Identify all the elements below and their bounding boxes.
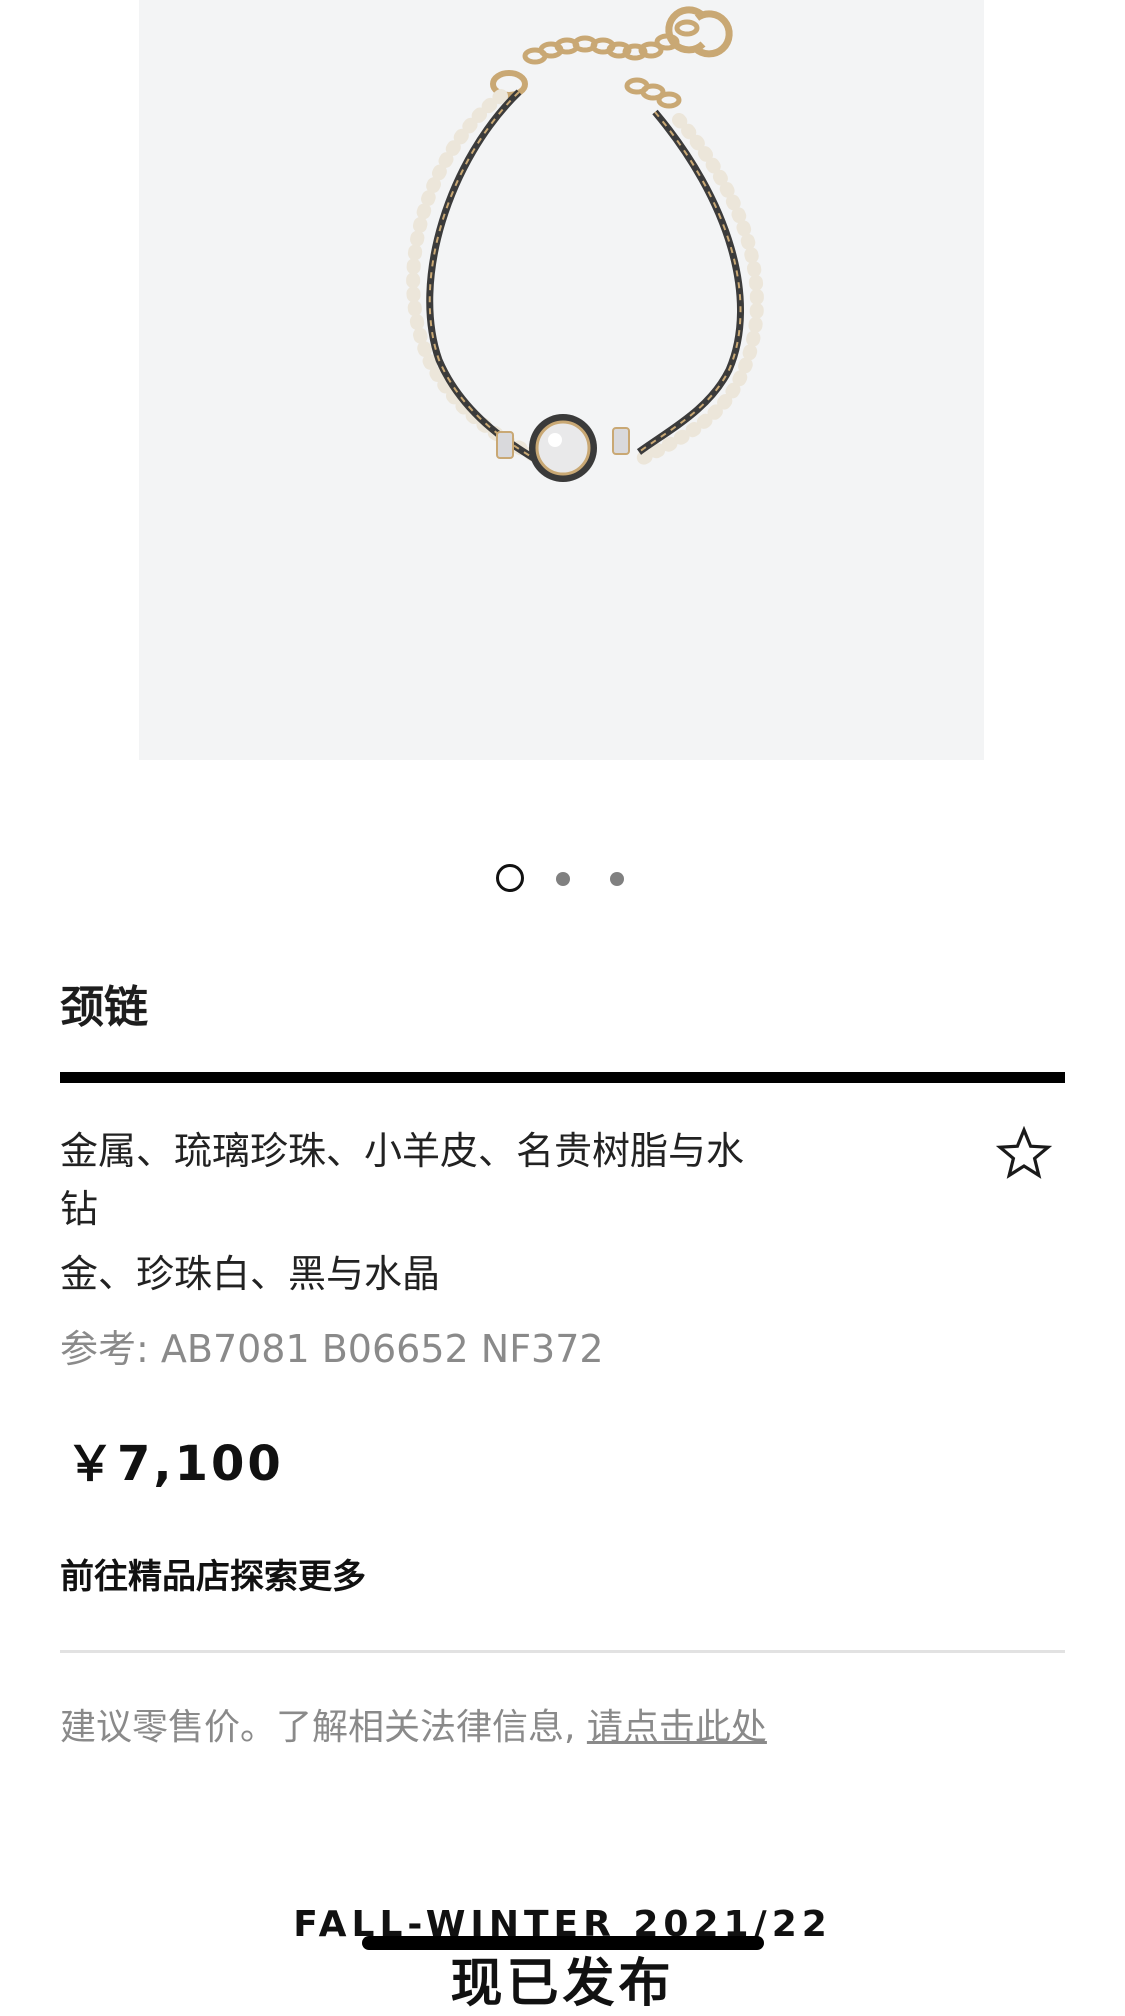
crystal-right: [612, 427, 630, 455]
carousel-dot-3[interactable]: [610, 872, 624, 886]
carousel-dot-2[interactable]: [556, 872, 570, 886]
product-image[interactable]: [139, 0, 984, 760]
home-indicator[interactable]: [362, 1936, 764, 1950]
product-price: ￥7,100: [66, 1436, 284, 1492]
crystal-left: [496, 431, 514, 459]
carousel-pagination: [0, 864, 1125, 894]
star-outline-icon: [995, 1125, 1053, 1179]
legal-notice: 建议零售价。了解相关法律信息, 请点击此处: [60, 1700, 767, 1756]
pendant-crystal: [535, 420, 591, 476]
season-banner-subtitle[interactable]: 现已发布: [0, 1952, 1125, 2016]
wishlist-button[interactable]: [995, 1125, 1053, 1182]
product-materials: 金属、琉璃珍珠、小羊皮、名贵树脂与水钻: [60, 1129, 745, 1231]
pendant-shine: [548, 433, 562, 447]
legal-text: 建议零售价。了解相关法律信息,: [60, 1707, 587, 1748]
bracelet-illustration: [406, 6, 764, 482]
section-divider: [60, 1650, 1065, 1653]
product-reference: 参考: AB7081 B06652 NF372: [60, 1327, 604, 1371]
legal-info-link[interactable]: 请点击此处: [587, 1707, 767, 1748]
title-divider: [60, 1072, 1065, 1083]
carousel-dot-1[interactable]: [496, 864, 524, 892]
explore-boutique-link[interactable]: 前往精品店探索更多: [60, 1552, 366, 1602]
product-title: 颈链: [60, 982, 148, 1033]
product-colors: 金、珍珠白、黑与水晶: [60, 1252, 441, 1296]
